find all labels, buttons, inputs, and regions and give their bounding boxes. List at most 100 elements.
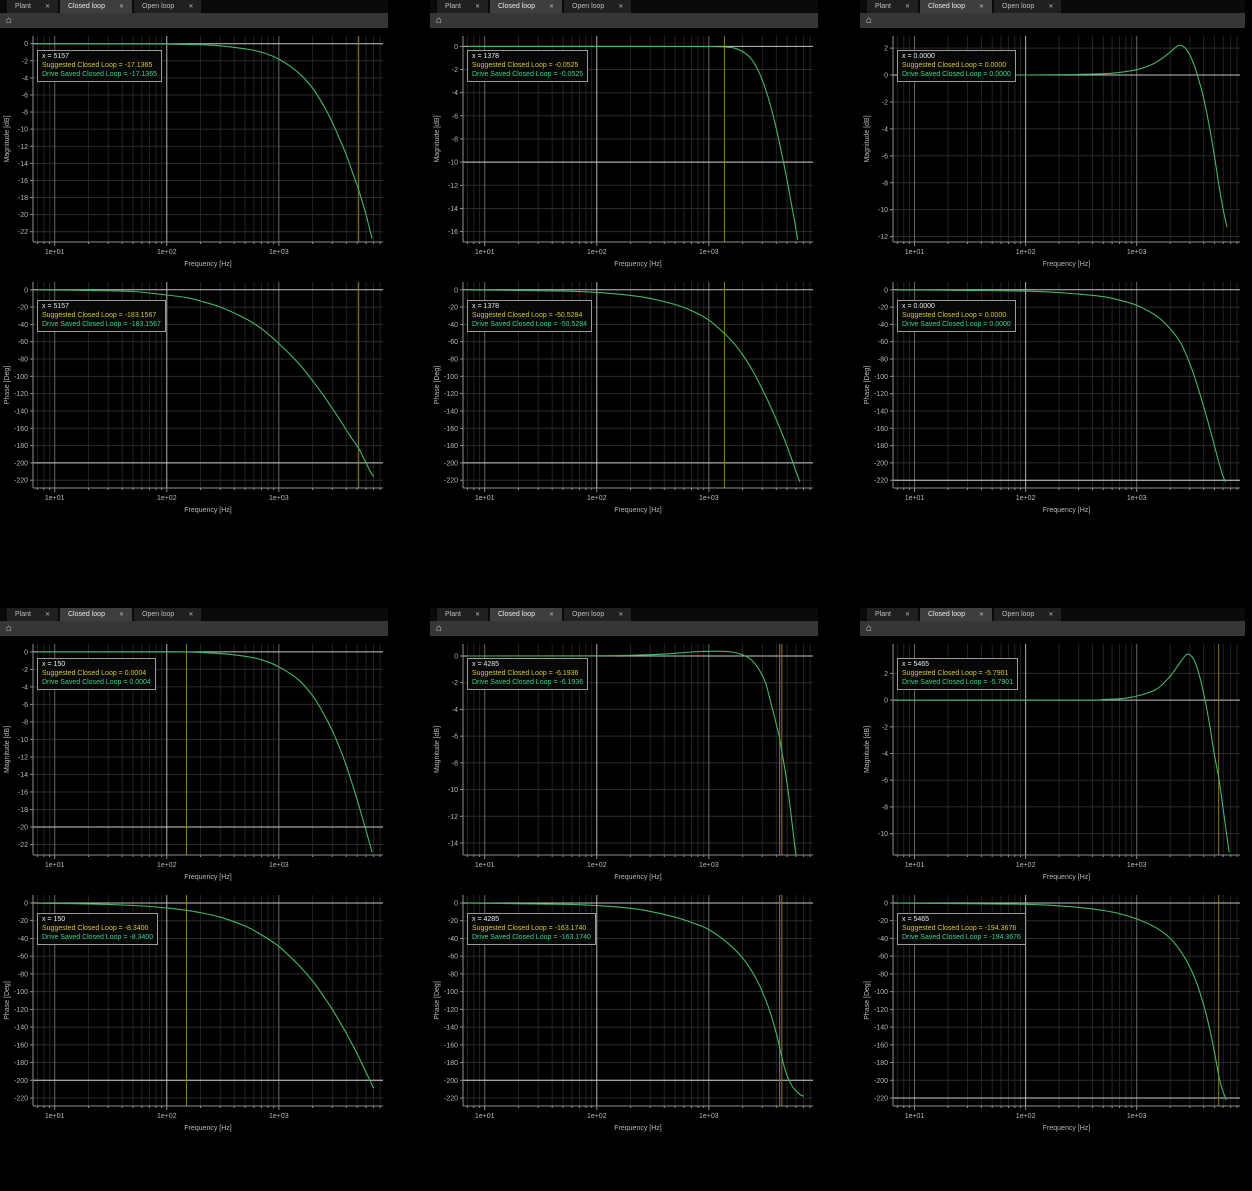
tab-close-icon[interactable]: ✕ [1048,3,1053,10]
chart-toolbar: ⌂ [860,13,1245,28]
tab-closed-loop[interactable]: Closed loop ✕ [60,0,132,13]
home-icon[interactable]: ⌂ [866,16,872,26]
tab-closed-loop[interactable]: Closed loop✕ [490,0,562,13]
tab-label: Open loop [1002,611,1034,618]
y-tick-label: -160 [14,426,28,433]
cursor-x-value: x = 4285 [472,915,591,924]
tab-plant[interactable]: Plant ✕ [7,0,58,13]
y-tick-label: -160 [874,1042,888,1049]
drive-saved-closed-loop-value: Drive Saved Closed Loop = -183.1567 [42,320,161,329]
x-axis-label: Frequency [Hz] [1043,1125,1091,1132]
cursor-readout: x = 150Suggested Closed Loop = 0.0004Dri… [37,658,156,690]
tab-open-loop[interactable]: Open loop✕ [994,0,1061,13]
tab-open-loop[interactable]: Open loop ✕ [994,608,1061,621]
tab-plant[interactable]: Plant✕ [437,608,488,621]
tab-closed-loop[interactable]: Closed loop ✕ [920,0,992,13]
y-tick-label: -4 [882,126,888,133]
tab-open-loop[interactable]: Open loop✕ [134,608,201,621]
y-tick-label: -8 [882,180,888,187]
tab-close-icon[interactable]: ✕ [119,611,124,618]
tab-closed-loop[interactable]: Closed loop✕ [490,608,562,621]
tab-label: Closed loop [68,3,105,10]
home-icon[interactable]: ⌂ [436,16,442,26]
bode-panel: Plant✕Closed loop✕Open loop✕⌂0-2-4-6-8-1… [430,0,818,520]
y-tick-label: -200 [444,1078,458,1085]
tab-plant[interactable]: Plant✕ [7,608,58,621]
y-tick-label: -120 [444,1007,458,1014]
home-icon[interactable]: ⌂ [866,624,872,634]
tab-close-icon[interactable]: ✕ [549,3,554,10]
tab-close-icon[interactable]: ✕ [45,611,50,618]
y-tick-label: -22 [18,229,28,236]
cursor-readout: x = 150Suggested Closed Loop = -8.3400Dr… [37,913,158,945]
tab-label: Closed loop [68,611,105,618]
tab-close-icon[interactable]: ✕ [119,3,124,10]
x-axis-label: Frequency [Hz] [614,261,662,268]
tab-close-icon[interactable]: ✕ [905,3,910,10]
y-tick-label: -180 [874,443,888,450]
x-tick-label: 1e+03 [1127,495,1147,502]
y-tick-label: -20 [18,212,28,219]
drive-saved-closed-loop-value: Drive Saved Closed Loop = -0.0525 [472,70,583,79]
y-tick-label: -220 [14,478,28,485]
tab-open-loop[interactable]: Open loop✕ [564,0,631,13]
bode-panel: Plant✕Closed loop✕Open loop✕⌂20-2-4-6-8-… [860,0,1245,520]
y-tick-label: -12 [18,144,28,151]
chart-toolbar: ⌂ [430,621,818,636]
tab-closed-loop[interactable]: Closed loop ✕ [920,608,992,621]
x-tick-label: 1e+03 [269,495,289,502]
tab-closed-loop[interactable]: Closed loop ✕ [60,608,132,621]
x-tick-label: 1e+01 [905,1113,925,1120]
tab-open-loop[interactable]: Open loop✕ [134,0,201,13]
y-tick-label: -60 [448,954,458,961]
y-tick-label: -6 [22,92,28,99]
y-tick-label: -60 [18,954,28,961]
x-axis-label: Frequency [Hz] [184,874,232,881]
y-axis-label: Magnitude [dB] [434,726,441,773]
tab-plant[interactable]: Plant✕ [867,608,918,621]
tab-close-icon[interactable]: ✕ [905,611,910,618]
tab-open-loop[interactable]: Open loop✕ [564,608,631,621]
y-tick-label: 0 [454,287,458,294]
y-tick-label: -140 [14,1025,28,1032]
magnitude-chart-container: 20-2-4-6-8-10-121e+011e+021e+03Frequency… [860,28,1245,274]
y-tick-label: -10 [448,160,458,167]
tab-close-icon[interactable]: ✕ [45,3,50,10]
phase-chart-container: 0-20-40-60-80-100-120-140-160-180-200-22… [860,887,1245,1138]
tab-close-icon[interactable]: ✕ [1048,611,1053,618]
tab-close-icon[interactable]: ✕ [979,611,984,618]
tab-close-icon[interactable]: ✕ [549,611,554,618]
tab-close-icon[interactable]: ✕ [475,611,480,618]
tab-label: Closed loop [928,611,965,618]
tab-close-icon[interactable]: ✕ [618,3,623,10]
y-tick-label: -6 [882,153,888,160]
tab-close-icon[interactable]: ✕ [475,3,480,10]
x-axis-label: Frequency [Hz] [184,261,232,268]
x-tick-label: 1e+02 [587,1113,607,1120]
tab-label: Closed loop [928,3,965,10]
tab-plant[interactable]: Plant✕ [867,0,918,13]
y-tick-label: -180 [444,443,458,450]
tab-label: Plant [15,3,31,10]
y-tick-label: -200 [444,460,458,467]
home-icon[interactable]: ⌂ [6,624,12,634]
cursor-x-value: x = 1378 [472,52,583,61]
tab-close-icon[interactable]: ✕ [979,3,984,10]
y-tick-label: -40 [878,936,888,943]
y-tick-label: -12 [448,814,458,821]
home-icon[interactable]: ⌂ [6,16,12,26]
y-tick-label: 0 [454,44,458,51]
x-tick-label: 1e+02 [587,249,607,256]
tab-plant[interactable]: Plant✕ [437,0,488,13]
home-icon[interactable]: ⌂ [436,624,442,634]
tab-close-icon[interactable]: ✕ [618,611,623,618]
suggested-closed-loop-value: Suggested Closed Loop = -6.1936 [472,669,583,678]
tab-close-icon[interactable]: ✕ [188,611,193,618]
y-tick-label: -2 [22,667,28,674]
x-tick-label: 1e+02 [587,495,607,502]
suggested-closed-loop-value: Suggested Closed Loop = 0.0000 [902,311,1011,320]
y-tick-label: -12 [448,183,458,190]
x-tick-label: 1e+03 [699,495,719,502]
tab-close-icon[interactable]: ✕ [188,3,193,10]
y-tick-label: -8 [452,760,458,767]
